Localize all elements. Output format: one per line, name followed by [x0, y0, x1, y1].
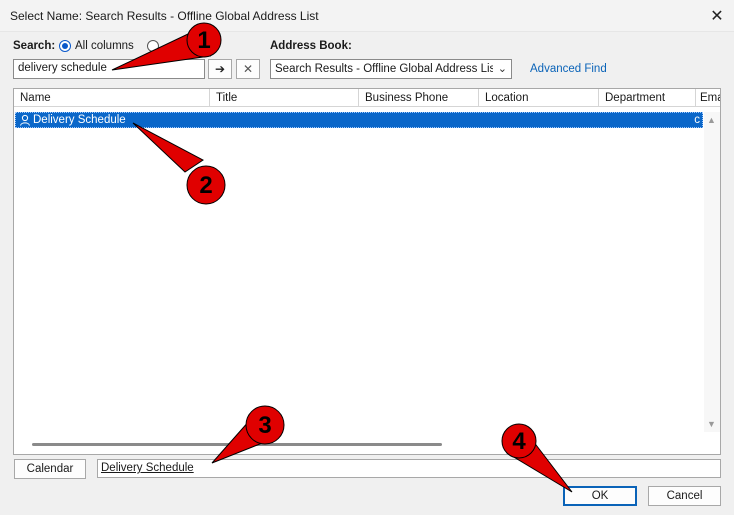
column-header-row: Name Title Business Phone Location Depar… [14, 89, 720, 107]
close-icon[interactable]: ✕ [700, 0, 734, 32]
go-arrow-button[interactable]: ➔ [208, 59, 232, 79]
radio-all-columns-label: All columns [75, 40, 134, 52]
person-icon [20, 114, 30, 126]
row-name: Delivery Schedule [33, 114, 126, 126]
column-header-department[interactable]: Department [599, 89, 696, 107]
window-title: Select Name: Search Results - Offline Gl… [10, 9, 319, 23]
advanced-find-link[interactable]: Advanced Find [530, 63, 607, 75]
ok-button[interactable]: OK [563, 486, 637, 506]
address-book-label: Address Book: [270, 40, 352, 52]
scroll-up-icon[interactable]: ▲ [707, 115, 716, 125]
column-header-business-phone[interactable]: Business Phone [359, 89, 479, 107]
horizontal-scrollbar[interactable] [32, 443, 442, 446]
chevron-down-icon: ⌄ [497, 63, 507, 75]
selected-name-value: Delivery Schedule [101, 462, 194, 474]
column-header-name[interactable]: Name [14, 89, 210, 107]
vertical-scrollbar[interactable]: ▲ ▼ [704, 112, 720, 432]
radio-all-columns[interactable] [59, 40, 71, 52]
selected-name-field[interactable]: Delivery Schedule [97, 459, 721, 478]
title-bar: Select Name: Search Results - Offline Gl… [0, 0, 734, 32]
search-input[interactable]: delivery schedule [13, 59, 205, 79]
cancel-button[interactable]: Cancel [648, 486, 721, 506]
address-book-dropdown[interactable]: Search Results - Offline Global Address … [270, 59, 512, 79]
column-header-email[interactable]: Ema [696, 89, 720, 107]
calendar-button[interactable]: Calendar [14, 459, 86, 479]
radio-more-columns[interactable] [147, 40, 159, 52]
row-email: c [694, 114, 700, 126]
table-row[interactable]: Delivery Schedule c [15, 112, 703, 128]
results-list[interactable]: Name Title Business Phone Location Depar… [13, 88, 721, 455]
clear-search-button[interactable]: ✕ [236, 59, 260, 79]
search-label: Search: [13, 40, 56, 52]
column-header-title[interactable]: Title [210, 89, 359, 107]
column-header-location[interactable]: Location [479, 89, 599, 107]
scroll-down-icon[interactable]: ▼ [707, 419, 716, 429]
address-book-selected: Search Results - Offline Global Address … [275, 63, 493, 75]
